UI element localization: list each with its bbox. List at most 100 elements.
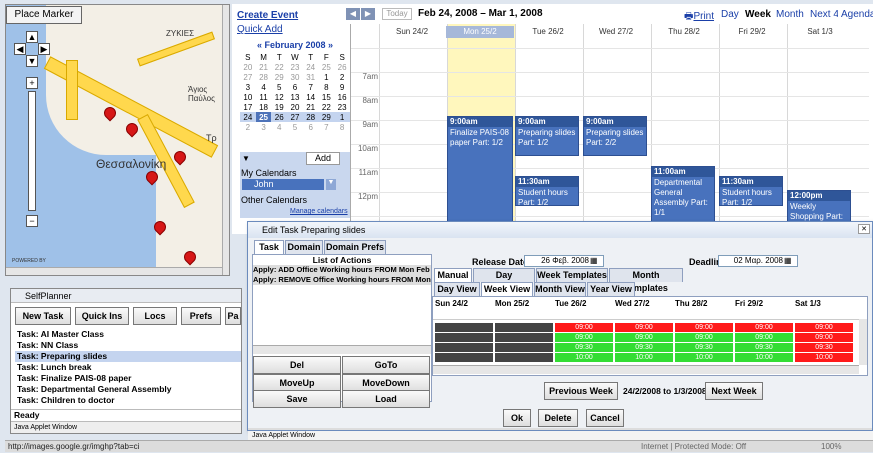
time-slot-cell[interactable]: 09:00 [735, 333, 793, 342]
calendar-picker-icon[interactable]: ▦ [784, 256, 792, 265]
map-horizontal-scrollbar[interactable] [6, 267, 222, 275]
time-slot-cell[interactable]: 09:00 [615, 323, 673, 332]
tab-domain[interactable]: Domain [285, 240, 323, 254]
tab-task[interactable]: Task [254, 240, 284, 254]
zoom-in-icon[interactable]: + [26, 77, 38, 89]
time-slot-cell[interactable] [435, 353, 493, 362]
day-header[interactable]: Tue 26/2 [514, 26, 582, 38]
mini-calendar-day[interactable]: 23 [334, 102, 350, 112]
prev-month-icon[interactable]: « [257, 40, 262, 50]
add-calendar-button[interactable]: Add [306, 152, 340, 165]
task-list-item[interactable]: Task: Finalize PAIS-08 paper [15, 373, 241, 384]
mini-calendar-day[interactable]: 25 [255, 112, 272, 122]
mini-calendar-day[interactable]: 7 [303, 82, 319, 92]
previous-week-button[interactable]: Previous Week [544, 382, 618, 400]
time-slot-cell[interactable] [435, 343, 493, 352]
mini-calendar-day[interactable]: 17 [240, 102, 256, 112]
next-week-icon[interactable]: ▶ [361, 8, 375, 20]
mini-calendar-day[interactable]: 8 [334, 122, 350, 132]
subtab-manual[interactable]: Manual [434, 268, 472, 282]
mini-calendar-day[interactable]: 20 [240, 62, 256, 72]
mini-calendar-day[interactable]: 1 [334, 112, 350, 122]
next-month-icon[interactable]: » [328, 40, 333, 50]
zoom-slider[interactable] [28, 91, 36, 211]
mini-calendar-day[interactable]: 15 [319, 92, 335, 102]
mini-calendar-day[interactable]: 24 [303, 62, 319, 72]
time-slot-cell[interactable]: 09:30 [675, 343, 733, 352]
mini-calendar-day[interactable]: 3 [256, 122, 272, 132]
mini-calendar-day[interactable]: 19 [271, 102, 287, 112]
calendar-options-icon[interactable]: ▼ [326, 179, 336, 190]
view-week-tab[interactable]: Week [745, 9, 771, 20]
pan-down-icon[interactable]: ▼ [26, 55, 38, 67]
mini-calendar-day[interactable]: 28 [302, 112, 319, 122]
time-slot-cell[interactable] [495, 323, 553, 332]
load-button[interactable]: Load [342, 390, 430, 408]
day-header[interactable]: Fri 29/2 [718, 26, 786, 38]
calendar-event[interactable]: 11:30am Student hours Part: 1/2 [515, 176, 579, 206]
action-item[interactable]: Apply: REMOVE Office Working hours FROM … [253, 275, 431, 285]
mini-calendar-day[interactable]: 25 [319, 62, 335, 72]
time-slot-cell[interactable]: 09:00 [795, 323, 853, 332]
mini-calendar-day[interactable]: 5 [271, 82, 287, 92]
time-slot-cell[interactable]: 09:30 [795, 343, 853, 352]
mini-calendar-day[interactable]: 20 [287, 102, 303, 112]
mini-calendar-day[interactable]: 26 [334, 62, 350, 72]
mini-calendar-day[interactable]: 31 [303, 72, 319, 82]
mini-calendar-day[interactable]: 22 [271, 62, 287, 72]
mini-calendar-day[interactable]: 16 [334, 92, 350, 102]
zoom-level[interactable]: 100% [821, 441, 841, 453]
goto-button[interactable]: GoTo [342, 356, 430, 374]
mini-calendar-day[interactable]: 24 [240, 112, 256, 122]
mini-calendar-day[interactable]: 26 [271, 112, 288, 122]
mini-calendar-day[interactable]: 28 [256, 72, 272, 82]
time-slot-cell[interactable]: 10:00 [555, 353, 613, 362]
view-tab-month[interactable]: Month View [534, 282, 586, 296]
day-header[interactable]: Sun 24/2 [378, 26, 446, 38]
mini-calendar-day[interactable]: 18 [256, 102, 272, 112]
time-slot-cell[interactable]: 09:30 [735, 343, 793, 352]
mini-calendar-day[interactable]: 10 [240, 92, 256, 102]
task-list-item[interactable]: Task: Preparing slides [15, 351, 241, 362]
task-list-item[interactable]: Task: Departmental General Assembly [15, 384, 241, 395]
subtab-week-templates[interactable]: Week Templates [536, 268, 608, 282]
quick-ins-button[interactable]: Quick Ins [75, 307, 129, 325]
day-header[interactable]: Mon 25/2 [446, 26, 514, 38]
calendar-event[interactable]: 11:00am Departmental General Assembly Par… [651, 166, 715, 226]
calendar-event[interactable]: 9:00am Finalize PAIS-08 paper Part: 1/2 [447, 116, 513, 230]
quick-add-link[interactable]: Quick Add [237, 24, 283, 35]
pan-up-icon[interactable]: ▲ [26, 31, 38, 43]
mini-calendar-day[interactable]: 21 [256, 62, 272, 72]
prefs-button[interactable]: Prefs [181, 307, 221, 325]
pan-right-icon[interactable]: ▶ [38, 43, 50, 55]
time-slot-cell[interactable] [435, 323, 493, 332]
today-button[interactable]: Today [382, 8, 412, 20]
map-vertical-scrollbar[interactable] [222, 5, 229, 275]
grid-vscrollbar[interactable] [859, 319, 867, 365]
mini-calendar-day[interactable]: 6 [287, 82, 303, 92]
day-column[interactable] [379, 24, 447, 236]
mini-calendar-day[interactable]: 29 [271, 72, 287, 82]
mini-calendar-day[interactable]: 8 [319, 82, 335, 92]
time-slot-cell[interactable] [495, 333, 553, 342]
mini-calendar-day[interactable]: 6 [303, 122, 319, 132]
save-button[interactable]: Save [253, 390, 341, 408]
mini-calendar-day[interactable]: 23 [287, 62, 303, 72]
calendar-event[interactable]: 9:00am Preparing slides Part: 1/2 [515, 116, 579, 156]
calendar-picker-icon[interactable]: ▦ [590, 256, 598, 265]
cancel-button[interactable]: Cancel [586, 409, 624, 427]
mini-calendar-day[interactable]: 5 [287, 122, 303, 132]
time-slot-cell[interactable]: 09:00 [675, 333, 733, 342]
time-slot-cell[interactable]: 10:00 [795, 353, 853, 362]
mini-calendar-day[interactable]: 2 [334, 72, 350, 82]
calendar-event[interactable]: 12:00pmWeekly Shopping Part: 1/2 [787, 190, 851, 224]
schedule-grid[interactable]: Sun 24/2 Mon 25/2 Tue 26/2 Wed 27/2 Thu 28/2… [432, 296, 868, 376]
task-list-item[interactable]: Task: Lunch break [15, 362, 241, 373]
task-list-item[interactable]: Task: Children to doctor [15, 395, 241, 406]
time-slot-cell[interactable]: 09:00 [795, 333, 853, 342]
ok-button[interactable]: Ok [503, 409, 531, 427]
mini-calendar-day[interactable]: 1 [319, 72, 335, 82]
time-slot-cell[interactable]: 10:00 [615, 353, 673, 362]
create-event-link[interactable]: Create Event [237, 10, 298, 21]
mini-calendar-day[interactable]: 27 [287, 112, 303, 122]
